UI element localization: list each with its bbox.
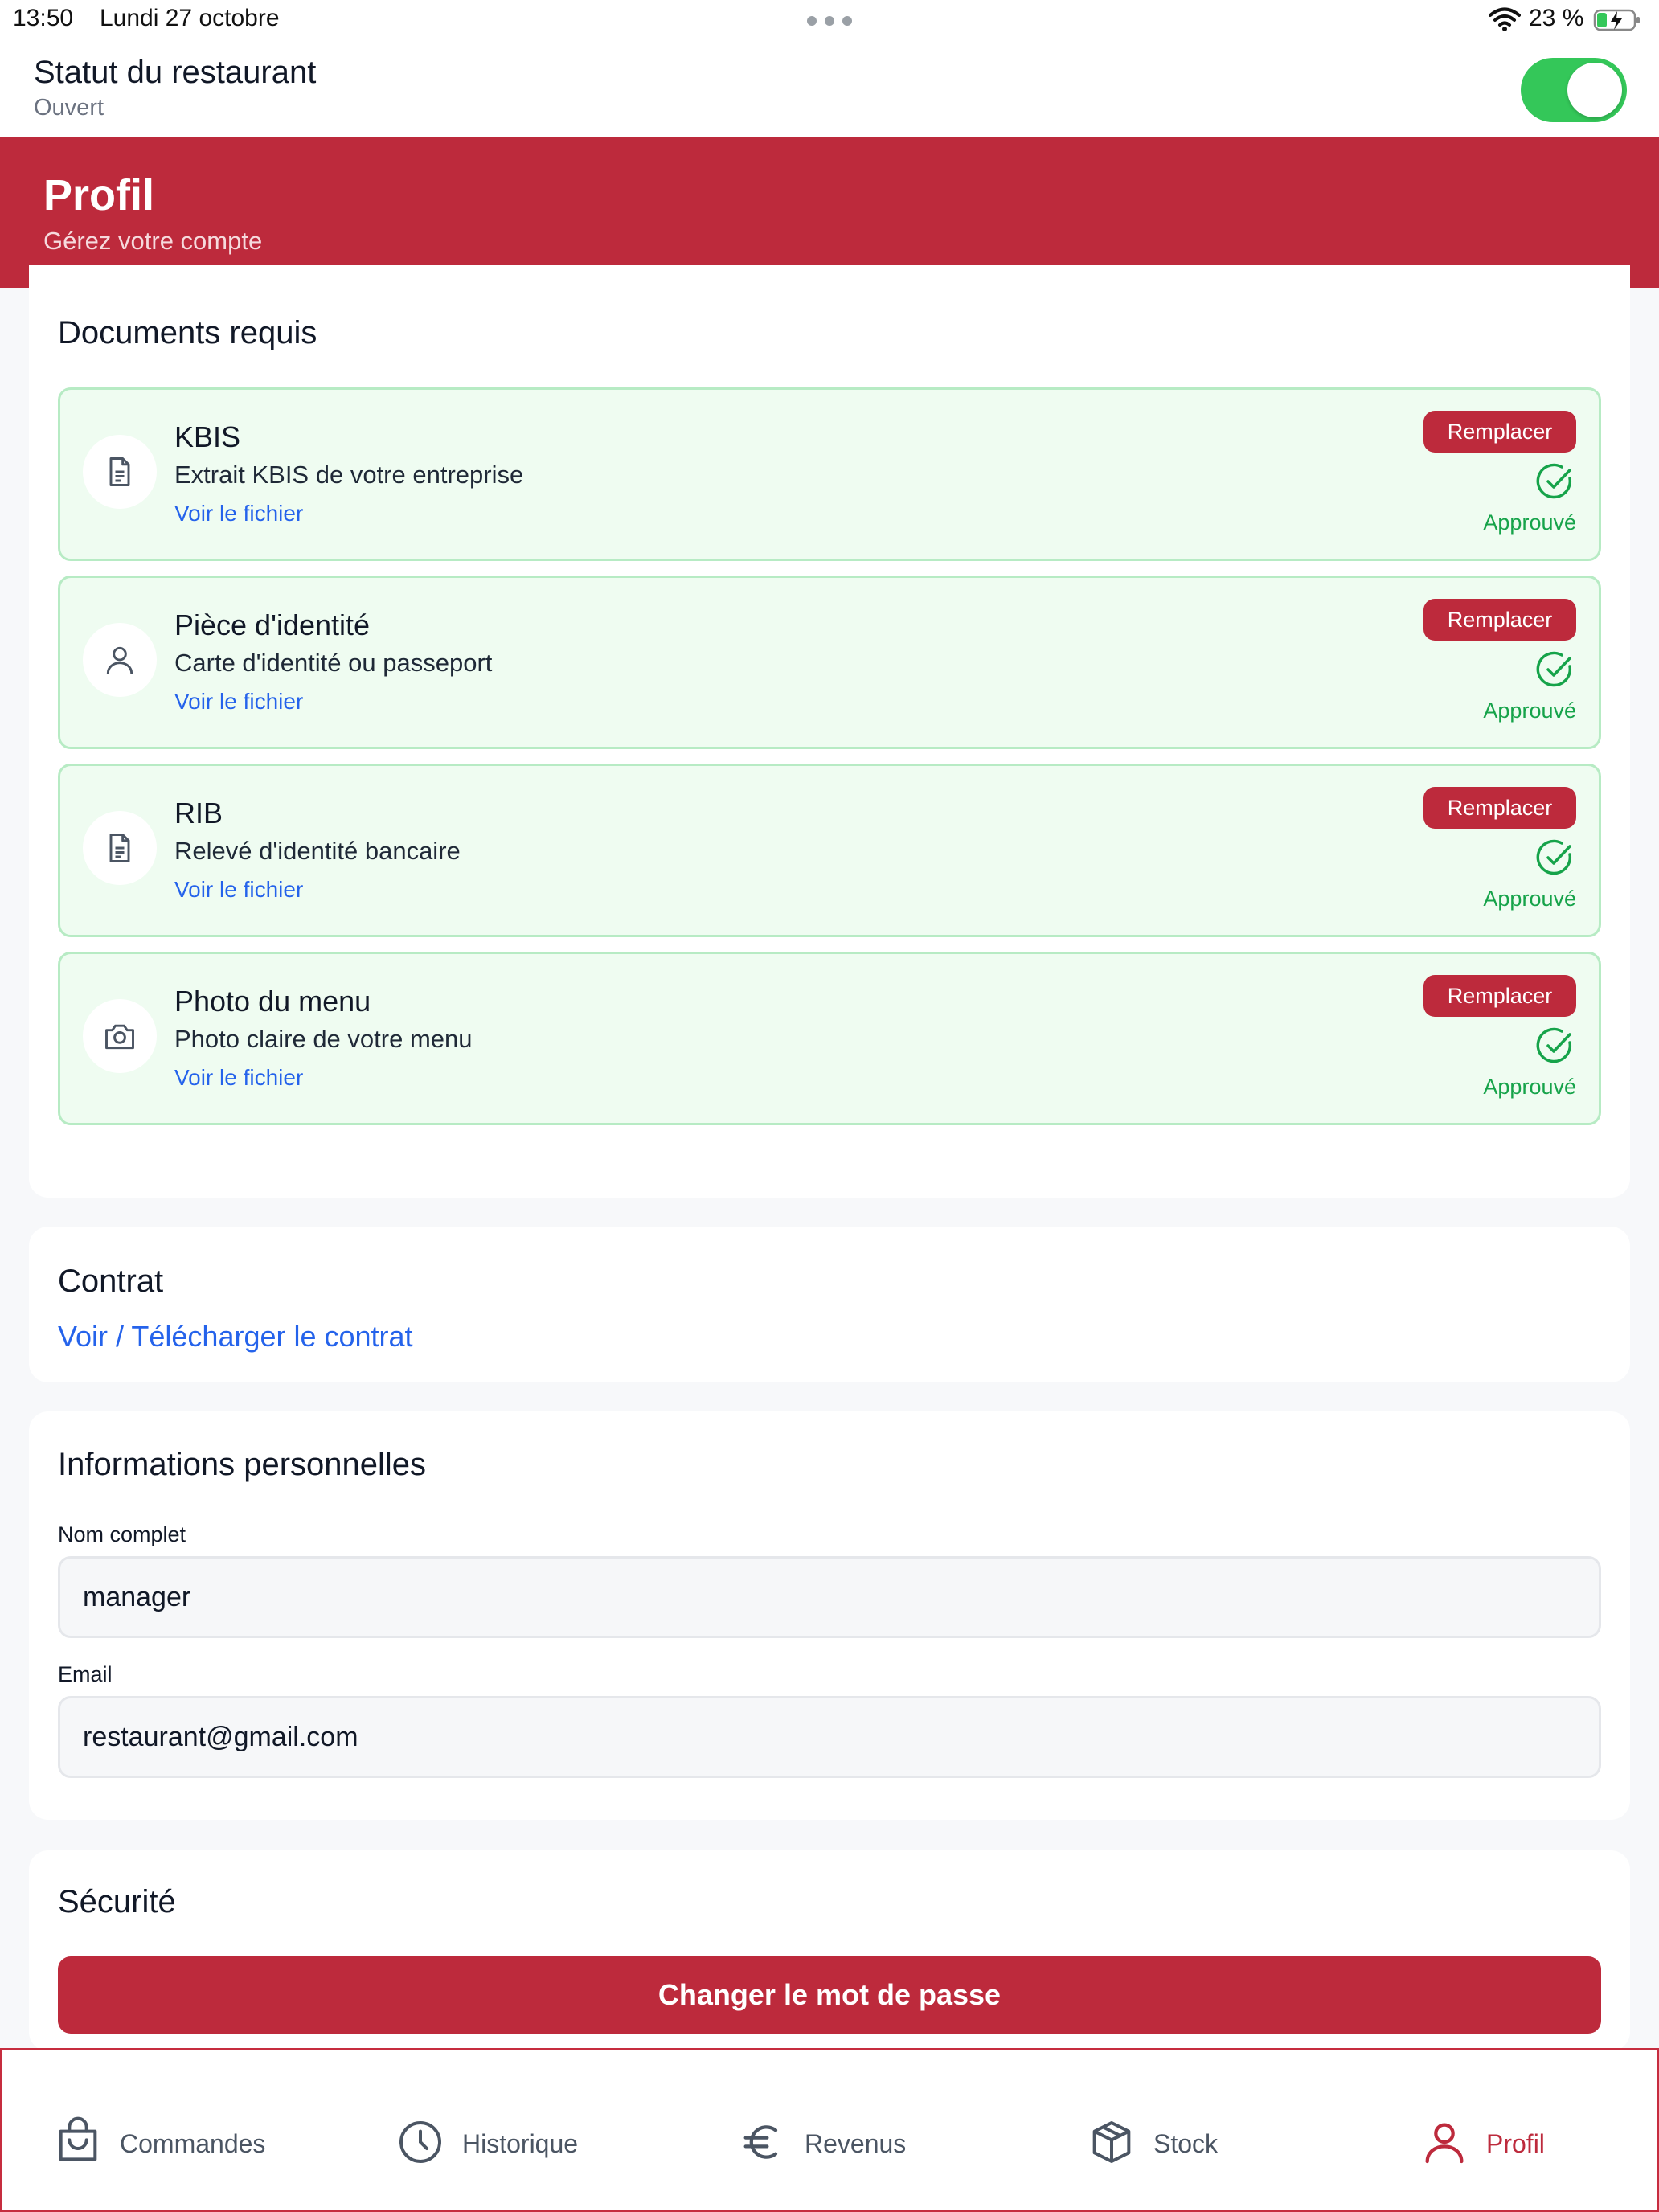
name-label: Nom complet — [58, 1522, 186, 1546]
nav-item-profil[interactable]: Profil — [1419, 2116, 1596, 2174]
document-name: Photo du menu — [174, 985, 371, 1018]
nav-label: Profil — [1486, 2129, 1545, 2158]
view-file-link[interactable]: Voir le fichier — [174, 877, 303, 903]
check-circle-icon — [1536, 839, 1572, 875]
replace-button[interactable]: Remplacer — [1423, 787, 1576, 829]
nav-label: Stock — [1153, 2129, 1219, 2158]
security-title: Sécurité — [58, 1884, 176, 1919]
view-file-link[interactable]: Voir le fichier — [174, 689, 303, 715]
replace-button[interactable]: Remplacer — [1423, 975, 1576, 1017]
email-field[interactable] — [58, 1696, 1601, 1778]
document-name: Pièce d'identité — [174, 608, 371, 641]
download-contract-link[interactable]: Voir / Télécharger le contrat — [58, 1320, 413, 1354]
document-icon — [83, 811, 157, 885]
check-circle-icon — [1536, 463, 1572, 499]
document-item-identity: Pièce d'identité Carte d'identité ou pas… — [58, 576, 1601, 749]
contract-title: Contrat — [58, 1264, 164, 1299]
status-time: 13:50 — [13, 5, 74, 31]
battery-charging-icon — [1593, 9, 1640, 31]
document-item-kbis: KBIS Extrait KBIS de votre entreprise Vo… — [58, 387, 1601, 561]
nav-label: Revenus — [805, 2129, 907, 2158]
nav-label: Historique — [462, 2129, 579, 2158]
document-status: Approuvé — [1483, 887, 1576, 911]
document-item-rib: RIB Relevé d'identité bancaire Voir le f… — [58, 764, 1601, 937]
status-bar: 13:50 Lundi 27 octobre 23 % — [0, 0, 1659, 40]
box-icon — [1092, 2121, 1131, 2163]
clock-icon — [399, 2121, 441, 2163]
personal-info-card: Informations personnelles Nom complet Em… — [29, 1411, 1630, 1820]
document-item-menu-photo: Photo du menu Photo claire de votre menu… — [58, 952, 1601, 1125]
personal-info-title: Informations personnelles — [58, 1447, 427, 1482]
document-status: Approuvé — [1483, 1075, 1576, 1099]
user-icon — [83, 623, 157, 697]
document-description: Carte d'identité ou passeport — [174, 649, 493, 677]
battery-percent: 23 % — [1529, 5, 1584, 31]
document-icon — [83, 435, 157, 509]
wifi-icon — [1489, 7, 1521, 31]
restaurant-status-bar: Statut du restaurant Ouvert — [0, 40, 1659, 137]
bottom-navigation: Commandes Historique Revenus Stock Profi… — [0, 2048, 1659, 2212]
security-card: Sécurité Changer le mot de passe — [29, 1850, 1630, 2051]
document-description: Relevé d'identité bancaire — [174, 837, 461, 865]
documents-card: Documents requis KBIS Extrait KBIS de vo… — [29, 265, 1630, 1198]
restaurant-status-value: Ouvert — [34, 95, 104, 121]
user-icon — [1425, 2123, 1464, 2164]
shopping-bag-icon — [59, 2116, 97, 2161]
documents-title: Documents requis — [58, 315, 317, 350]
euro-icon — [743, 2125, 778, 2159]
page-title: Profil — [43, 171, 155, 219]
restaurant-status-title: Statut du restaurant — [34, 55, 317, 90]
multitasking-dots-icon[interactable] — [807, 16, 852, 26]
camera-icon — [83, 999, 157, 1073]
view-file-link[interactable]: Voir le fichier — [174, 1065, 303, 1091]
change-password-button[interactable]: Changer le mot de passe — [58, 1956, 1601, 2034]
nav-item-commandes[interactable]: Commandes — [52, 2116, 277, 2174]
replace-button[interactable]: Remplacer — [1423, 599, 1576, 641]
nav-item-revenus[interactable]: Revenus — [737, 2116, 930, 2174]
full-name-field[interactable] — [58, 1556, 1601, 1638]
nav-item-historique[interactable]: Historique — [395, 2116, 612, 2174]
nav-item-stock[interactable]: Stock — [1086, 2116, 1271, 2174]
document-description: Extrait KBIS de votre entreprise — [174, 461, 524, 489]
check-circle-icon — [1536, 1027, 1572, 1063]
view-file-link[interactable]: Voir le fichier — [174, 501, 303, 526]
document-name: KBIS — [174, 420, 241, 453]
page-subtitle: Gérez votre compte — [43, 227, 263, 255]
nav-label: Commandes — [120, 2129, 266, 2158]
document-status: Approuvé — [1483, 698, 1576, 723]
replace-button[interactable]: Remplacer — [1423, 411, 1576, 453]
email-label: Email — [58, 1662, 113, 1686]
contract-card: Contrat Voir / Télécharger le contrat — [29, 1227, 1630, 1382]
document-name: RIB — [174, 797, 223, 830]
status-date: Lundi 27 octobre — [100, 5, 280, 31]
document-description: Photo claire de votre menu — [174, 1025, 473, 1053]
document-status: Approuvé — [1483, 510, 1576, 535]
restaurant-open-toggle[interactable] — [1521, 58, 1627, 122]
toggle-knob — [1567, 63, 1622, 117]
check-circle-icon — [1536, 651, 1572, 687]
